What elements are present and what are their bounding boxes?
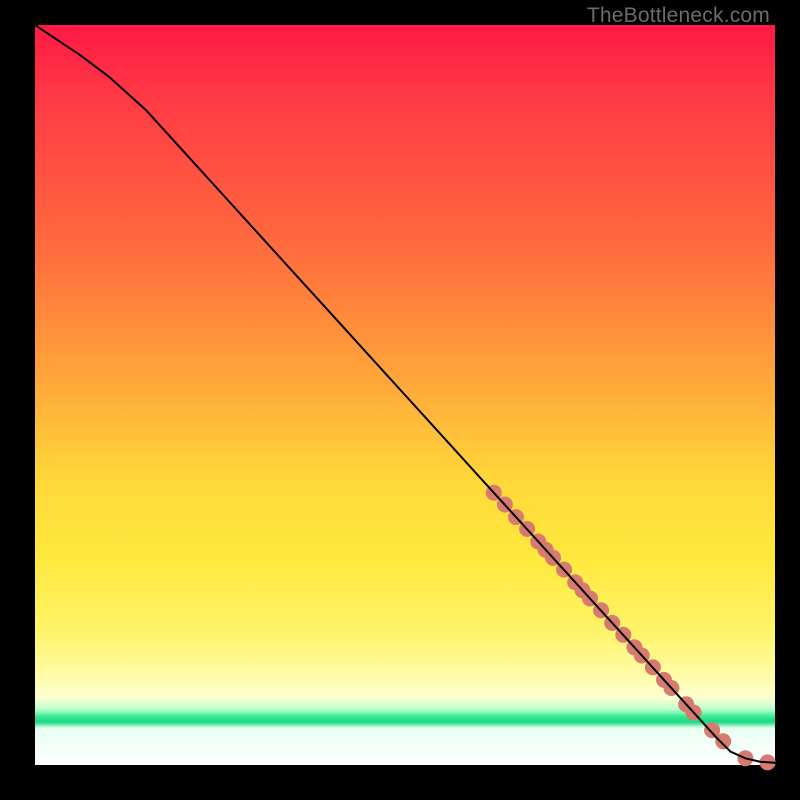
data-point [715,733,731,749]
chart-svg [35,25,775,765]
watermark-text: TheBottleneck.com [587,4,770,28]
curve-line [35,25,775,763]
marker-series [486,485,776,771]
plot-area [35,25,775,765]
chart-stage: TheBottleneck.com [0,0,800,800]
